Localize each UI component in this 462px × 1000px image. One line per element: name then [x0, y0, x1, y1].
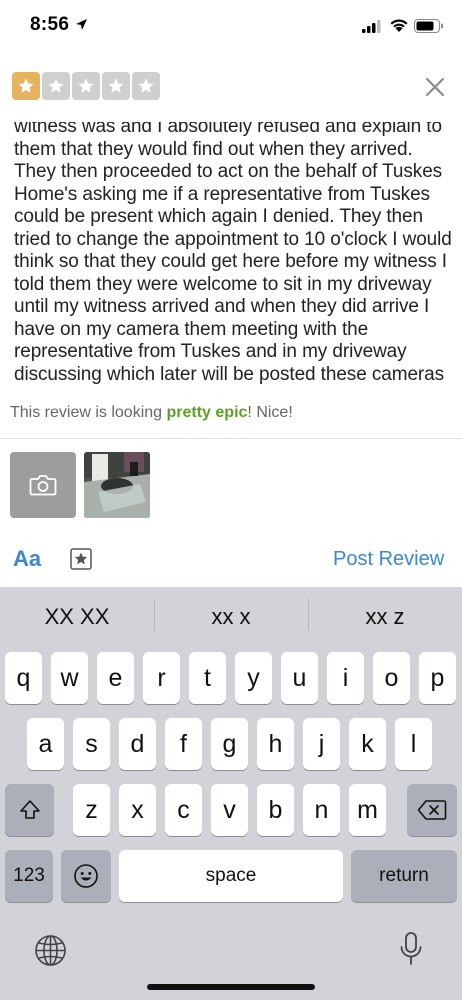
- key-v[interactable]: v: [211, 784, 248, 836]
- key-f[interactable]: f: [165, 718, 202, 770]
- hint-suffix: ! Nice!: [247, 404, 293, 421]
- key-u[interactable]: u: [281, 652, 318, 704]
- key-m[interactable]: m: [349, 784, 386, 836]
- star-4-icon[interactable]: [102, 72, 130, 100]
- key-j[interactable]: j: [303, 718, 340, 770]
- suggestion-bar: XX XX xx x xx z: [0, 587, 462, 645]
- suggestion-2[interactable]: xx x: [154, 604, 308, 630]
- return-key[interactable]: return: [351, 850, 457, 902]
- review-text: witness was and I absolutely refused and…: [14, 122, 452, 385]
- key-w[interactable]: w: [51, 652, 88, 704]
- photo-image: [84, 452, 150, 518]
- review-hint: This review is looking pretty epic! Nice…: [10, 404, 293, 422]
- key-h[interactable]: h: [257, 718, 294, 770]
- key-o[interactable]: o: [373, 652, 410, 704]
- key-e[interactable]: e: [97, 652, 134, 704]
- space-key[interactable]: space: [119, 850, 343, 902]
- key-l[interactable]: l: [395, 718, 432, 770]
- star-5-icon[interactable]: [132, 72, 160, 100]
- key-y[interactable]: y: [235, 652, 272, 704]
- star-1-icon[interactable]: [12, 72, 40, 100]
- microphone-icon[interactable]: [398, 931, 424, 967]
- divider: [0, 438, 462, 439]
- emoji-key[interactable]: [61, 850, 111, 902]
- add-photo-button[interactable]: [10, 452, 76, 518]
- delete-key[interactable]: [407, 784, 457, 836]
- review-text-area[interactable]: witness was and I absolutely refused and…: [14, 122, 452, 390]
- backspace-icon: [417, 800, 447, 820]
- star-2-icon[interactable]: [42, 72, 70, 100]
- cellular-signal-icon: [362, 20, 381, 33]
- hint-highlight: pretty epic: [166, 404, 248, 421]
- post-review-button[interactable]: Post Review: [333, 548, 444, 571]
- status-bar: 8:56: [0, 0, 462, 56]
- key-b[interactable]: b: [257, 784, 294, 836]
- suggestion-3[interactable]: xx z: [308, 604, 462, 630]
- key-z[interactable]: z: [73, 784, 110, 836]
- close-icon[interactable]: [420, 72, 450, 102]
- key-g[interactable]: g: [211, 718, 248, 770]
- key-x[interactable]: x: [119, 784, 156, 836]
- attached-photo-thumbnail[interactable]: [84, 452, 150, 518]
- suggestion-1[interactable]: XX XX: [0, 604, 154, 630]
- key-s[interactable]: s: [73, 718, 110, 770]
- wifi-icon: [390, 19, 408, 32]
- key-n[interactable]: n: [303, 784, 340, 836]
- star-3-icon[interactable]: [72, 72, 100, 100]
- key-a[interactable]: a: [27, 718, 64, 770]
- hint-prefix: This review is looking: [10, 404, 167, 421]
- star-rating[interactable]: [12, 72, 160, 104]
- status-time: 8:56: [30, 14, 70, 35]
- keyboard: XX XX xx x xx z q w e r t y u i o p a s …: [0, 587, 462, 1000]
- key-t[interactable]: t: [189, 652, 226, 704]
- key-k[interactable]: k: [349, 718, 386, 770]
- numbers-key[interactable]: 123: [5, 850, 53, 902]
- home-indicator: [147, 984, 315, 990]
- emoji-icon: [74, 864, 98, 888]
- key-i[interactable]: i: [327, 652, 364, 704]
- battery-icon: [414, 19, 443, 33]
- globe-icon[interactable]: [34, 934, 67, 967]
- star-tip-icon[interactable]: [70, 548, 92, 570]
- key-c[interactable]: c: [165, 784, 202, 836]
- key-r[interactable]: r: [143, 652, 180, 704]
- shift-key[interactable]: [5, 784, 54, 836]
- key-q[interactable]: q: [5, 652, 42, 704]
- shift-icon: [19, 800, 40, 819]
- location-arrow-icon: [76, 19, 87, 30]
- camera-icon: [29, 475, 57, 496]
- text-format-button[interactable]: Aa: [13, 546, 41, 572]
- key-d[interactable]: d: [119, 718, 156, 770]
- key-p[interactable]: p: [419, 652, 456, 704]
